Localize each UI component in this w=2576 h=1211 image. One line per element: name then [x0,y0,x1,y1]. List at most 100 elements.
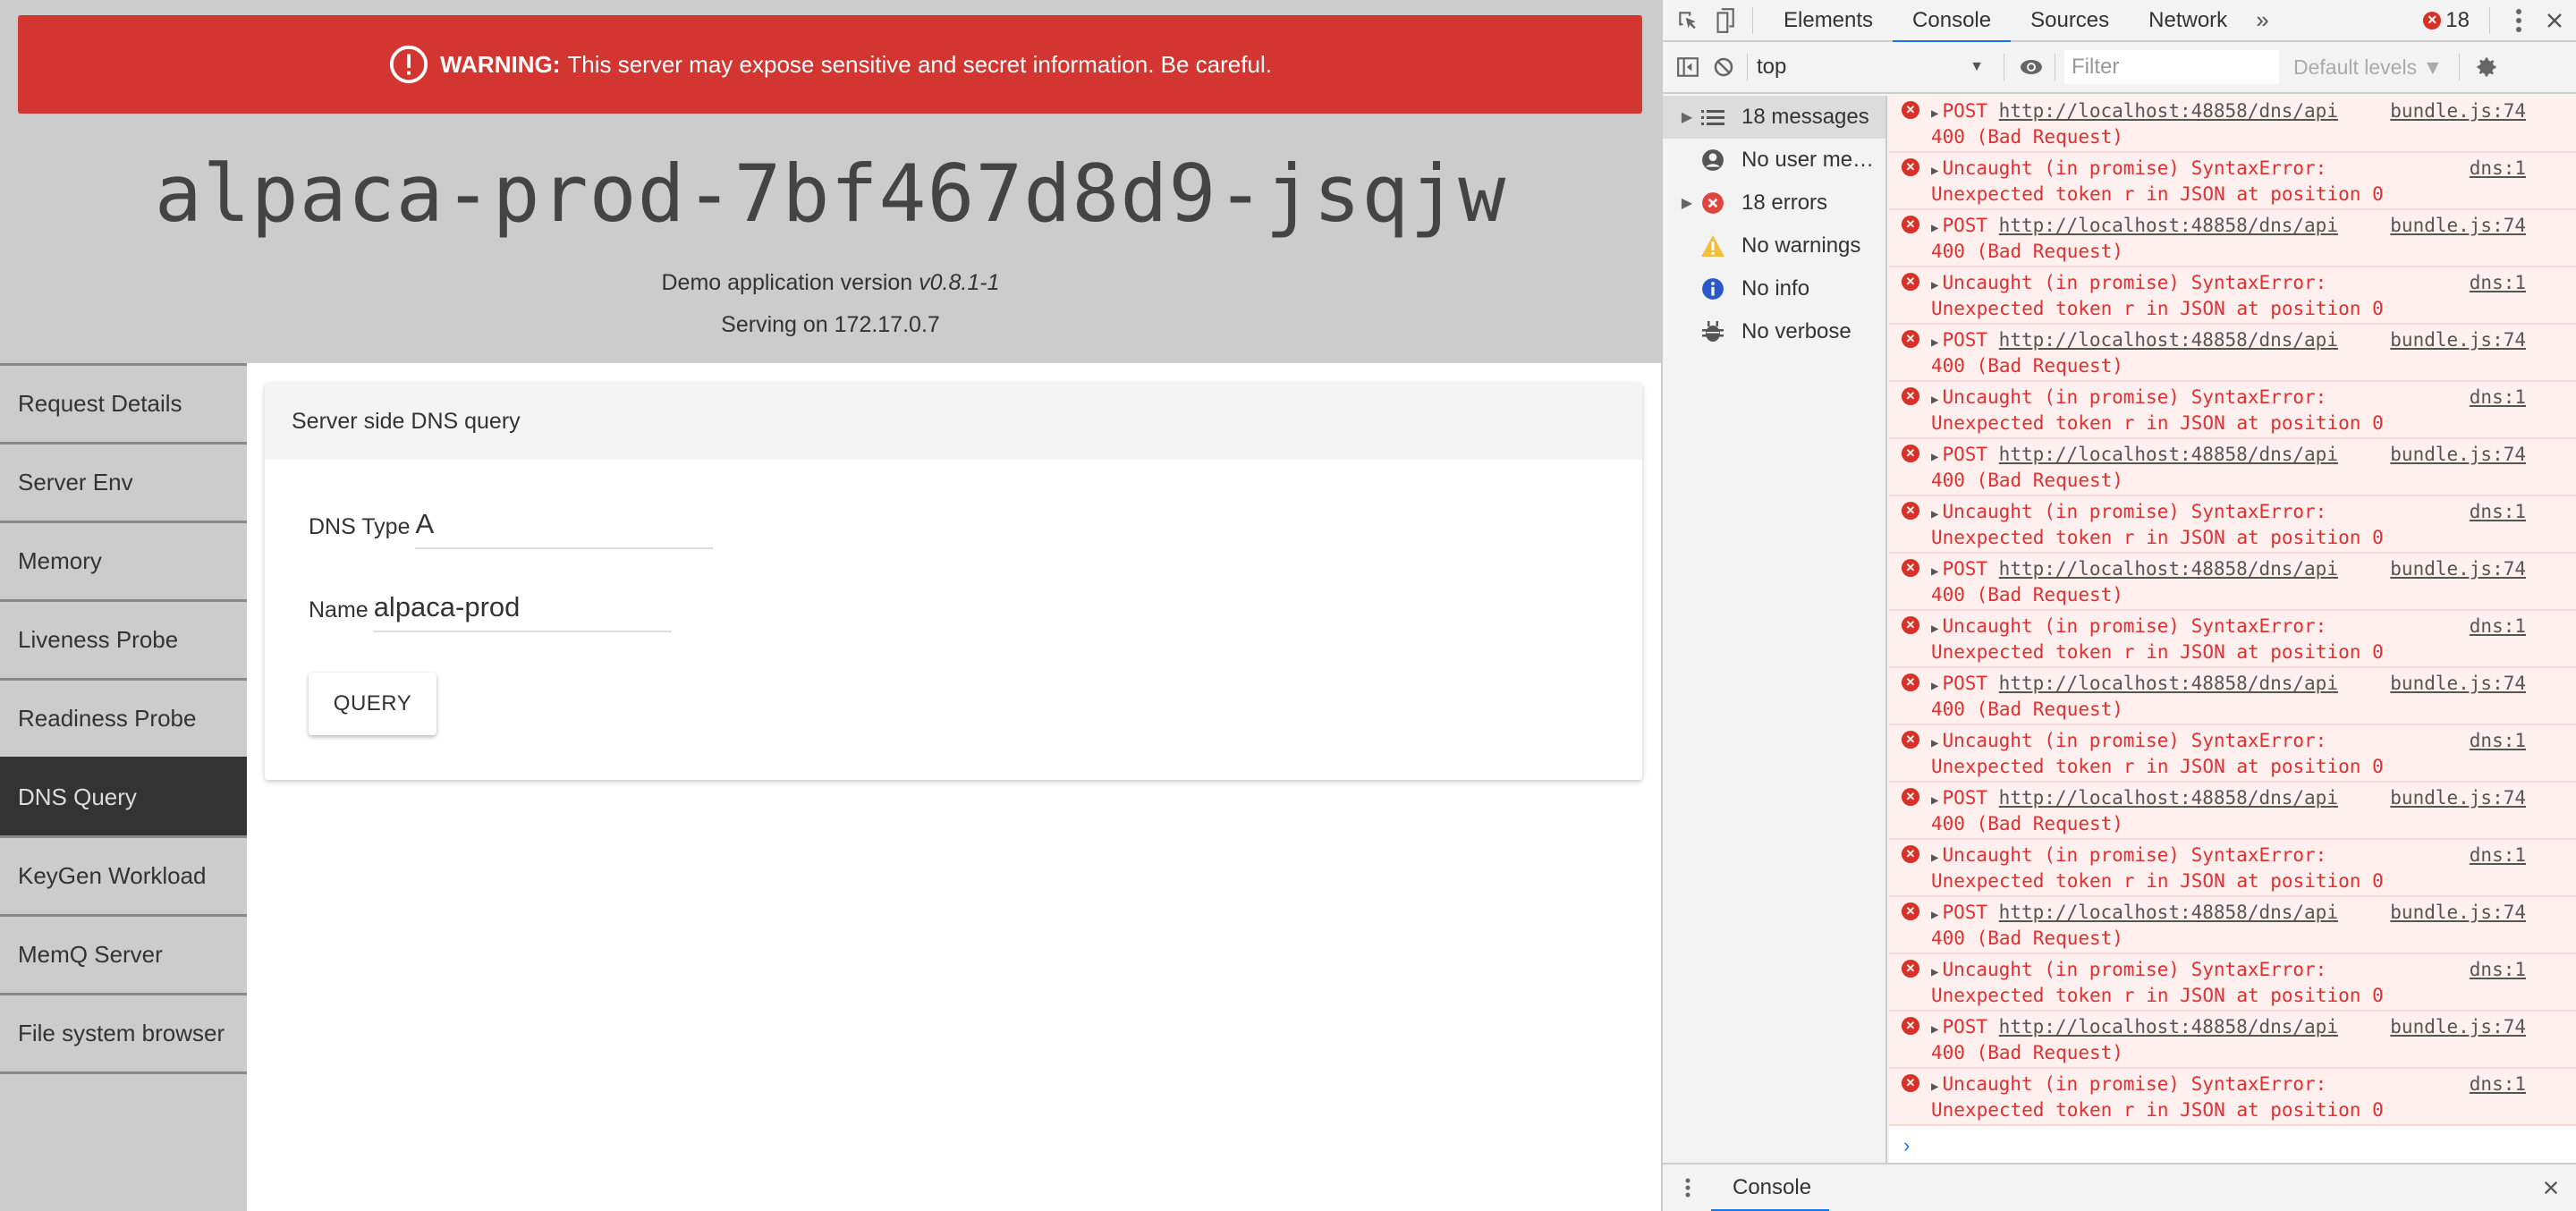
name-input[interactable] [373,591,672,632]
source-link[interactable]: bundle.js:74 [2390,1015,2526,1038]
log-levels-dropdown[interactable]: Default levels ▼ [2293,55,2443,80]
dns-type-input[interactable] [415,508,714,549]
console-network-error[interactable]: ✕ ▶ POST http://localhost:48858/dns/api 400… [1889,668,2576,725]
sidebar-item-memq-server[interactable]: MemQ Server [0,914,247,993]
expand-triangle-icon[interactable]: ▶ [1931,564,1938,579]
console-network-error[interactable]: ✕ ▶ POST http://localhost:48858/dns/api 400… [1889,1012,2576,1069]
console-syntax-error[interactable]: ✕ ▶ Uncaught (in promise) SyntaxError: Unex… [1889,153,2576,210]
source-link[interactable]: dns:1 [2470,958,2526,981]
expand-triangle-icon[interactable]: ▶ [1931,164,1938,178]
sidebar-item-liveness-probe[interactable]: Liveness Probe [0,599,247,678]
sidebar-item-server-env[interactable]: Server Env [0,442,247,521]
expand-triangle-icon[interactable]: ▶ [1931,793,1938,808]
source-link[interactable]: dns:1 [2470,614,2526,638]
console-syntax-error[interactable]: ✕ ▶ Uncaught (in promise) SyntaxError: Unex… [1889,725,2576,783]
source-link[interactable]: dns:1 [2470,500,2526,523]
expand-triangle-icon[interactable]: ▶ [1931,393,1938,407]
sidebar-item-readiness-probe[interactable]: Readiness Probe [0,678,247,757]
console-network-error[interactable]: ✕ ▶ POST http://localhost:48858/dns/api 400… [1889,554,2576,611]
request-url-link[interactable]: http://localhost:48858/dns/api [1999,215,2338,236]
sidebar-item-request-details[interactable]: Request Details [0,363,247,442]
clear-console-icon[interactable] [1706,49,1741,85]
expand-triangle-icon[interactable]: ▶ [1674,108,1700,126]
console-filter-bug[interactable]: No verbose [1663,310,1885,353]
expand-triangle-icon[interactable]: ▶ [1931,450,1938,464]
request-url-link[interactable]: http://localhost:48858/dns/api [1999,558,2338,580]
console-prompt[interactable]: › [1889,1126,2576,1163]
expand-triangle-icon[interactable]: ▶ [1931,507,1938,521]
settings-gear-icon[interactable] [2469,49,2504,85]
console-network-error[interactable]: ✕ ▶ POST http://localhost:48858/dns/api 400… [1889,783,2576,840]
query-button[interactable]: QUERY [309,673,436,735]
source-link[interactable]: bundle.js:74 [2390,328,2526,351]
tab-network[interactable]: Network [2129,0,2247,41]
close-drawer-icon[interactable] [2533,1170,2569,1206]
source-link[interactable]: bundle.js:74 [2390,786,2526,809]
source-link[interactable]: bundle.js:74 [2390,672,2526,695]
expand-triangle-icon[interactable]: ▶ [1931,851,1938,865]
context-selector[interactable]: top ▼ [1753,55,1995,80]
source-link[interactable]: bundle.js:74 [2390,443,2526,466]
console-network-error[interactable]: ✕ ▶ POST http://localhost:48858/dns/api 400… [1889,210,2576,267]
live-expression-eye-icon[interactable] [2013,49,2049,85]
tab-console[interactable]: Console [1893,0,2012,43]
expand-triangle-icon[interactable]: ▶ [1931,679,1938,693]
console-syntax-error[interactable]: ✕ ▶ Uncaught (in promise) SyntaxError: Unex… [1889,840,2576,897]
source-link[interactable]: dns:1 [2470,843,2526,867]
expand-triangle-icon[interactable]: ▶ [1931,908,1938,922]
expand-triangle-icon[interactable]: ▶ [1931,1080,1938,1094]
console-filter-error[interactable]: ▶ 18 errors [1663,182,1885,224]
source-link[interactable]: bundle.js:74 [2390,214,2526,237]
console-filter-list[interactable]: ▶ 18 messages [1663,96,1885,139]
source-link[interactable]: dns:1 [2470,729,2526,752]
source-link[interactable]: dns:1 [2470,385,2526,409]
kebab-menu-icon[interactable] [2501,3,2537,38]
expand-triangle-icon[interactable]: ▶ [1931,335,1938,350]
console-network-error[interactable]: ✕ ▶ POST http://localhost:48858/dns/api 400… [1889,439,2576,496]
sidebar-toggle-icon[interactable] [1670,49,1706,85]
console-syntax-error[interactable]: ✕ ▶ Uncaught (in promise) SyntaxError: Unex… [1889,1069,2576,1126]
device-toolbar-icon[interactable] [1706,3,1741,38]
console-syntax-error[interactable]: ✕ ▶ Uncaught (in promise) SyntaxError: Unex… [1889,267,2576,325]
console-network-error[interactable]: ✕ ▶ POST http://localhost:48858/dns/api 400… [1889,325,2576,382]
sidebar-item-memory[interactable]: Memory [0,521,247,599]
request-url-link[interactable]: http://localhost:48858/dns/api [1999,902,2338,923]
expand-triangle-icon[interactable]: ▶ [1931,622,1938,636]
console-network-error[interactable]: ✕ ▶ POST http://localhost:48858/dns/api 400… [1889,96,2576,153]
source-link[interactable]: dns:1 [2470,271,2526,294]
request-url-link[interactable]: http://localhost:48858/dns/api [1999,787,2338,809]
source-link[interactable]: dns:1 [2470,157,2526,180]
source-link[interactable]: bundle.js:74 [2390,99,2526,123]
console-filter-input[interactable] [2064,50,2279,84]
close-devtools-icon[interactable] [2537,3,2572,38]
expand-triangle-icon[interactable]: ▶ [1931,106,1938,121]
request-url-link[interactable]: http://localhost:48858/dns/api [1999,1016,2338,1037]
console-network-error[interactable]: ✕ ▶ POST http://localhost:48858/dns/api 400… [1889,897,2576,954]
request-url-link[interactable]: http://localhost:48858/dns/api [1999,329,2338,351]
console-syntax-error[interactable]: ✕ ▶ Uncaught (in promise) SyntaxError: Unex… [1889,496,2576,554]
expand-triangle-icon[interactable]: ▶ [1931,736,1938,750]
sidebar-item-keygen-workload[interactable]: KeyGen Workload [0,835,247,914]
console-filter-warning[interactable]: No warnings [1663,224,1885,267]
request-url-link[interactable]: http://localhost:48858/dns/api [1999,444,2338,465]
tab-elements[interactable]: Elements [1764,0,1893,41]
expand-triangle-icon[interactable]: ▶ [1931,278,1938,292]
sidebar-item-dns-query[interactable]: DNS Query [0,757,247,835]
expand-triangle-icon[interactable]: ▶ [1674,194,1700,212]
request-url-link[interactable]: http://localhost:48858/dns/api [1999,100,2338,122]
source-link[interactable]: bundle.js:74 [2390,901,2526,924]
source-link[interactable]: dns:1 [2470,1072,2526,1096]
more-tabs-icon[interactable]: » [2247,6,2277,34]
drawer-menu-icon[interactable] [1670,1170,1706,1206]
console-filter-user[interactable]: No user me… [1663,139,1885,182]
source-link[interactable]: bundle.js:74 [2390,557,2526,580]
error-count-badge[interactable]: ✕ 18 [2423,8,2470,33]
inspect-element-icon[interactable] [1670,3,1706,38]
console-syntax-error[interactable]: ✕ ▶ Uncaught (in promise) SyntaxError: Unex… [1889,382,2576,439]
request-url-link[interactable]: http://localhost:48858/dns/api [1999,673,2338,694]
expand-triangle-icon[interactable]: ▶ [1931,221,1938,235]
expand-triangle-icon[interactable]: ▶ [1931,965,1938,979]
tab-sources[interactable]: Sources [2011,0,2129,41]
console-filter-info[interactable]: No info [1663,267,1885,310]
console-syntax-error[interactable]: ✕ ▶ Uncaught (in promise) SyntaxError: Unex… [1889,954,2576,1012]
